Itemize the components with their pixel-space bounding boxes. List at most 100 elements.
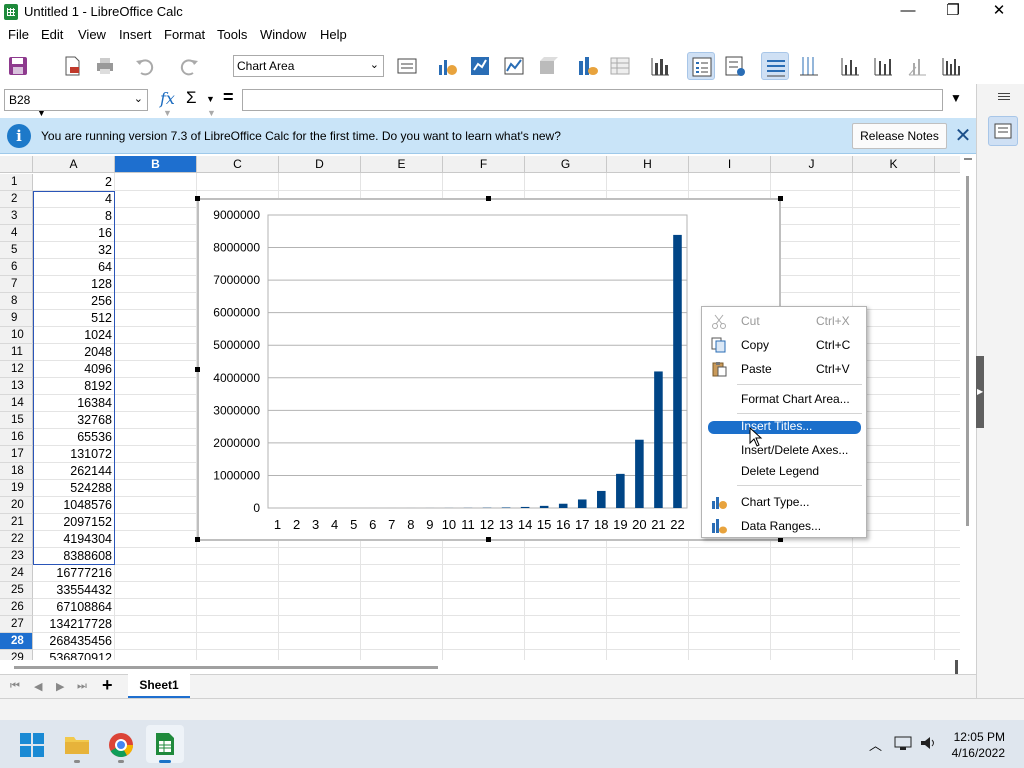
bar-14[interactable] <box>520 506 530 508</box>
x-tick-label[interactable]: 8 <box>407 517 414 532</box>
release-notes-button[interactable]: Release Notes <box>852 123 947 149</box>
x-tick-label[interactable]: 17 <box>575 517 589 532</box>
data-in-rows-icon[interactable] <box>606 52 634 80</box>
bar-17[interactable] <box>577 499 587 508</box>
row-header-16[interactable]: 16 <box>0 429 33 446</box>
cell-a27[interactable]: 134217728 <box>33 616 115 633</box>
first-sheet-icon[interactable]: ⏮ <box>10 680 20 693</box>
column-header-c[interactable]: C <box>197 156 279 173</box>
y-tick-label[interactable]: 8000000 <box>213 241 260 255</box>
menu-item-data-ranges[interactable]: Data Ranges... <box>702 515 866 537</box>
cell-a26[interactable]: 67108864 <box>33 599 115 616</box>
menu-insert[interactable]: Insert <box>119 27 152 42</box>
format-selection-icon[interactable] <box>393 52 421 80</box>
row-header-18[interactable]: 18 <box>0 463 33 480</box>
x-tick-label[interactable]: 3 <box>312 517 319 532</box>
column-header-f[interactable]: F <box>443 156 525 173</box>
network-icon[interactable] <box>894 735 912 751</box>
bar-13[interactable] <box>501 507 511 508</box>
3d-view-icon[interactable] <box>533 52 561 80</box>
row-header-9[interactable]: 9 <box>0 310 33 327</box>
formula-input[interactable] <box>242 89 943 111</box>
expand-formula-bar-icon[interactable]: ▼ <box>950 91 962 105</box>
bar-20[interactable] <box>635 439 644 508</box>
windows-start-icon[interactable] <box>20 733 44 757</box>
vertical-scrollbar[interactable] <box>960 156 976 660</box>
x-tick-label[interactable]: 6 <box>369 517 376 532</box>
formula-icon[interactable]: = <box>223 87 234 108</box>
menu-item-delete-legend[interactable]: Delete Legend <box>702 460 866 482</box>
chart-element-select[interactable]: Chart Area ⌄ <box>233 55 384 77</box>
x-tick-label[interactable]: 18 <box>594 517 608 532</box>
y-tick-label[interactable]: 1000000 <box>213 468 260 482</box>
cell-a24[interactable]: 16777216 <box>33 565 115 582</box>
scroll-split-handle[interactable] <box>955 660 958 674</box>
row-header-20[interactable]: 20 <box>0 497 33 514</box>
chrome-icon[interactable] <box>108 732 134 758</box>
row-header-21[interactable]: 21 <box>0 514 33 531</box>
sidebar-menu-icon[interactable] <box>998 93 1010 94</box>
cell-a29[interactable]: 536870912 <box>33 650 115 660</box>
x-tick-label[interactable]: 12 <box>480 517 494 532</box>
bar-21[interactable] <box>654 371 663 508</box>
column-header-j[interactable]: J <box>771 156 853 173</box>
row-header-4[interactable]: 4 <box>0 225 33 242</box>
resize-handle[interactable] <box>778 196 783 201</box>
sidebar-collapse-handle[interactable]: ▶ <box>976 356 984 428</box>
redo-dropdown-icon[interactable]: ▼ <box>207 108 216 118</box>
save-icon[interactable] <box>4 52 32 80</box>
row-header-27[interactable]: 27 <box>0 616 33 633</box>
column-header-partial[interactable] <box>935 156 960 173</box>
undo-icon[interactable] <box>130 52 158 80</box>
row-header-23[interactable]: 23 <box>0 548 33 565</box>
last-sheet-icon[interactable]: ⏭ <box>77 680 87 693</box>
bar-16[interactable] <box>558 503 568 508</box>
column-header-k[interactable]: K <box>853 156 935 173</box>
undo-dropdown-icon[interactable]: ▼ <box>163 108 172 118</box>
calc-taskbar-button[interactable] <box>146 725 184 763</box>
minimize-button[interactable]: — <box>885 0 931 24</box>
x-tick-label[interactable]: 9 <box>426 517 433 532</box>
y-tick-label[interactable]: 3000000 <box>213 403 260 417</box>
menu-item-paste[interactable]: Paste Ctrl+V <box>702 358 866 380</box>
x-tick-label[interactable]: 13 <box>499 517 513 532</box>
column-header-a[interactable]: A <box>33 156 115 173</box>
chevron-up-icon[interactable]: ︿ <box>869 735 882 754</box>
row-header-19[interactable]: 19 <box>0 480 33 497</box>
menu-item-chart-type[interactable]: Chart Type... <box>702 491 866 513</box>
row-header-26[interactable]: 26 <box>0 599 33 616</box>
row-header-10[interactable]: 10 <box>0 327 33 344</box>
chart-wall-icon[interactable] <box>466 52 494 80</box>
bar-22[interactable] <box>673 234 682 508</box>
volume-icon[interactable] <box>919 735 937 751</box>
x-tick-label[interactable]: 22 <box>670 517 684 532</box>
x-tick-label[interactable]: 11 <box>461 517 475 532</box>
row-header-29[interactable]: 29 <box>0 650 33 660</box>
export-pdf-icon[interactable] <box>58 52 86 80</box>
menu-tools[interactable]: Tools <box>217 27 247 42</box>
horizontal-scrollbar[interactable] <box>0 660 960 674</box>
add-sheet-icon[interactable]: + <box>102 675 113 696</box>
y-tick-label[interactable]: 5000000 <box>213 338 260 352</box>
column-header-b[interactable]: B <box>115 156 197 173</box>
chart-area-icon[interactable] <box>500 52 528 80</box>
x-tick-label[interactable]: 4 <box>331 517 338 532</box>
row-header-28[interactable]: 28 <box>0 633 33 650</box>
resize-handle[interactable] <box>195 537 200 542</box>
bar-15[interactable] <box>539 505 549 508</box>
x-tick-label[interactable]: 1 <box>274 517 281 532</box>
x-axis-icon[interactable] <box>836 52 864 80</box>
z-axis-icon[interactable] <box>903 52 931 80</box>
x-tick-label[interactable]: 14 <box>518 517 532 532</box>
next-sheet-icon[interactable]: ▶ <box>56 680 64 693</box>
menu-item-insert-delete-axes[interactable]: Insert/Delete Axes... <box>702 439 866 461</box>
menu-window[interactable]: Window <box>260 27 306 42</box>
row-header-8[interactable]: 8 <box>0 293 33 310</box>
row-header-14[interactable]: 14 <box>0 395 33 412</box>
y-tick-label[interactable]: 4000000 <box>213 371 260 385</box>
column-header-g[interactable]: G <box>525 156 607 173</box>
x-tick-label[interactable]: 5 <box>350 517 357 532</box>
menu-item-cut[interactable]: Cut Ctrl+X <box>702 310 866 332</box>
previous-sheet-icon[interactable]: ◀ <box>34 680 42 693</box>
horizontal-grid-icon[interactable] <box>761 52 789 80</box>
